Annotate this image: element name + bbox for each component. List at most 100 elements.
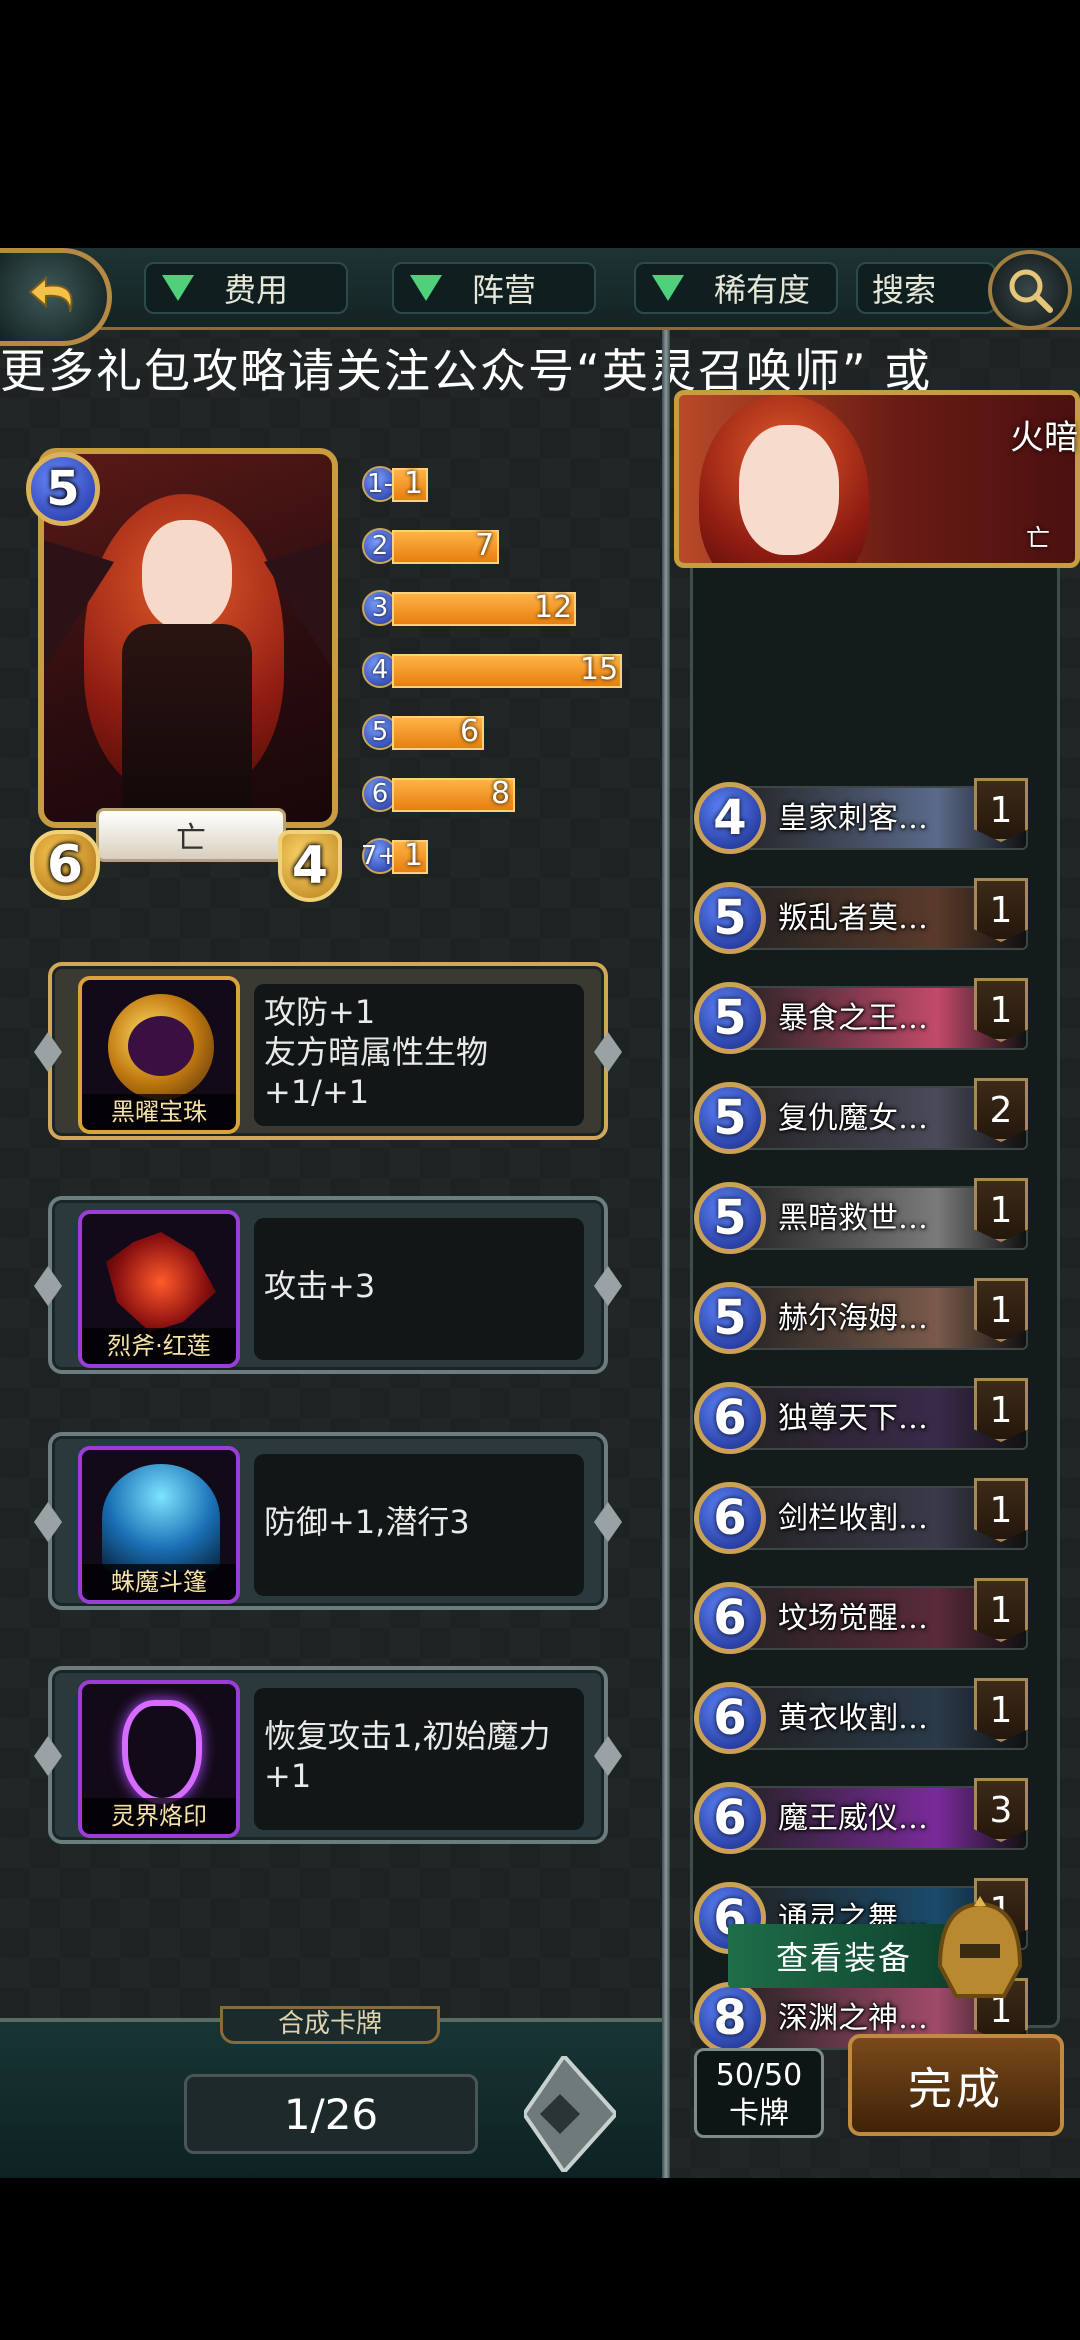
slot-right-ornament — [594, 1736, 622, 1776]
deck-card-cost: 8 — [694, 1982, 766, 2054]
axe-shape — [106, 1232, 216, 1332]
curve-count: 1 — [404, 838, 424, 873]
deck-card-cost: 4 — [694, 782, 766, 854]
orb-core — [128, 1016, 194, 1076]
compose-cards-tab[interactable]: 合成卡牌 — [220, 2006, 440, 2044]
card-health-value: 4 — [278, 830, 342, 902]
deck-card-row[interactable]: 独尊天下… 6 1 — [694, 1378, 1034, 1458]
deck-card-row[interactable]: 黄衣收割… 6 1 — [694, 1678, 1034, 1758]
curve-count: 15 — [580, 652, 619, 687]
equipment-name: 烈斧·红莲 — [82, 1328, 236, 1364]
done-button[interactable]: 完成 — [848, 2034, 1064, 2136]
character-face — [142, 520, 232, 630]
page-indicator: 1/26 — [184, 2074, 478, 2154]
mana-curve-row: 56 — [362, 714, 642, 750]
deck-card-name: 皇家刺客… — [778, 801, 928, 836]
filter-faction[interactable]: 阵营 — [392, 262, 596, 314]
slot-left-ornament — [34, 1266, 62, 1306]
equipment-name: 灵界烙印 — [82, 1798, 236, 1834]
search-button[interactable] — [988, 250, 1072, 330]
deck-card-copies: 1 — [974, 1178, 1028, 1242]
deck-card-copies: 1 — [974, 1278, 1028, 1342]
slot-right-ornament — [594, 1502, 622, 1542]
deck-card-row[interactable]: 复仇魔女… 5 2 — [694, 1078, 1034, 1158]
curve-count: 6 — [460, 714, 480, 749]
deck-card-cost: 5 — [694, 1082, 766, 1154]
deck-card-row[interactable]: 叛乱者莫… 5 1 — [694, 878, 1034, 958]
deck-card-name: 叛乱者莫… — [778, 901, 928, 936]
deck-card-cost: 6 — [694, 1682, 766, 1754]
deck-card-copies: 1 — [974, 1578, 1028, 1642]
equipment-slot-4[interactable]: 灵界烙印 恢复攻击1,初始魔力+1 — [34, 1666, 622, 1844]
equipment-slot-3[interactable]: 蛛魔斗篷 防御+1,潜行3 — [34, 1432, 622, 1610]
deck-card-cost: 6 — [694, 1782, 766, 1854]
brand-shape — [122, 1700, 202, 1804]
deck-card-name: 剑栏收割… — [778, 1501, 928, 1536]
deck-card-name: 黄衣收割… — [778, 1701, 928, 1736]
deck-card-row[interactable]: 暴食之王… 5 1 — [694, 978, 1034, 1058]
deck-card-name: 暴食之王… — [778, 1001, 928, 1036]
deck-card-copies: 3 — [974, 1778, 1028, 1842]
filter-cost[interactable]: 费用 — [144, 262, 348, 314]
column-divider — [662, 330, 670, 2178]
deck-card-row[interactable]: 魔王威仪… 6 3 — [694, 1778, 1034, 1858]
chevron-right-icon — [521, 2052, 619, 2176]
deck-card-name: 赫尔海姆… — [778, 1301, 928, 1336]
equipment-name: 黑曜宝珠 — [82, 1094, 236, 1130]
deck-card-copies: 2 — [974, 1078, 1028, 1142]
filter-faction-label: 阵营 — [472, 271, 537, 309]
slot-right-ornament — [594, 1032, 622, 1072]
deck-card-row[interactable]: 赫尔海姆… 5 1 — [694, 1278, 1034, 1358]
deck-card-row[interactable]: 坟场觉醒… 6 1 — [694, 1578, 1034, 1658]
card-cost-gem: 5 — [26, 452, 100, 526]
deck-card-name: 独尊天下… — [778, 1401, 928, 1436]
deck-card-row[interactable]: 皇家刺客… 4 1 — [694, 778, 1034, 858]
slot-left-ornament — [34, 1032, 62, 1072]
next-page-arrow-icon[interactable] — [521, 2052, 619, 2176]
card-faction-plate: 亡 — [96, 808, 286, 862]
deck-card-copies: 1 — [974, 1478, 1028, 1542]
dropdown-triangle-icon — [652, 275, 684, 301]
deck-card-cost: 5 — [694, 1182, 766, 1254]
deck-card-name: 复仇魔女… — [778, 1101, 928, 1136]
hero-faction: 亡 — [1026, 524, 1050, 552]
filter-cost-label: 费用 — [224, 271, 289, 309]
back-arrow-icon — [27, 275, 72, 313]
deck-card-name: 魔王威仪… — [778, 1801, 928, 1836]
deck-card-cost: 5 — [694, 982, 766, 1054]
deck-card-copies: 1 — [974, 778, 1028, 842]
equipment-description: 攻击+3 — [254, 1218, 584, 1360]
deck-card-copies: 1 — [974, 1378, 1028, 1442]
card-attack-value: 6 — [30, 830, 100, 900]
back-button[interactable] — [0, 248, 112, 346]
mana-curve-row: 7+ 1 — [361, 838, 642, 874]
spider-cloak-icon: 蛛魔斗篷 — [78, 1446, 240, 1604]
deck-card-count: 50/50 卡牌 — [694, 2048, 824, 2138]
mana-curve-row: 4 15 — [362, 652, 642, 688]
search-field[interactable]: 搜索 — [856, 262, 996, 314]
curve-count: 1 — [404, 466, 424, 501]
equipment-description: 攻防+1 友方暗属性生物+1/+1 — [254, 984, 584, 1126]
search-label: 搜索 — [872, 271, 937, 309]
deck-card-row[interactable]: 黑暗救世… 5 1 — [694, 1178, 1034, 1258]
slot-left-ornament — [34, 1502, 62, 1542]
filter-rarity[interactable]: 稀有度 — [634, 262, 838, 314]
red-lotus-axe-icon: 烈斧·红莲 — [78, 1210, 240, 1368]
dropdown-triangle-icon — [410, 275, 442, 301]
curve-count: 8 — [491, 776, 511, 811]
magnifier-icon — [1009, 269, 1053, 313]
filter-rarity-label: 稀有度 — [714, 271, 811, 309]
hero-face — [739, 425, 839, 555]
curve-count: 7 — [475, 528, 495, 563]
equipment-slot-1[interactable]: 黑曜宝珠 攻防+1 友方暗属性生物+1/+1 — [34, 962, 622, 1140]
mana-curve-row: 1- 1 — [362, 466, 642, 502]
equipment-description: 防御+1,潜行3 — [254, 1454, 584, 1596]
slot-left-ornament — [34, 1736, 62, 1776]
deck-card-copies: 1 — [974, 978, 1028, 1042]
deck-card-copies: 1 — [974, 878, 1028, 942]
deck-card-row[interactable]: 剑栏收割… 6 1 — [694, 1478, 1034, 1558]
mana-curve-row: 68 — [362, 776, 642, 812]
mana-curve-row: 27 — [362, 528, 642, 564]
card-count-value: 50/50 — [715, 2058, 803, 2093]
equipment-slot-2[interactable]: 烈斧·红莲 攻击+3 — [34, 1196, 622, 1374]
